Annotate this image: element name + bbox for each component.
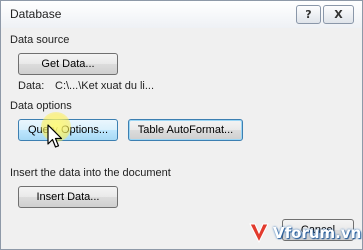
table-autoformat-label: Table AutoFormat... <box>137 124 234 136</box>
insert-data-label: Insert Data... <box>36 191 100 203</box>
close-button[interactable]: X <box>323 5 354 24</box>
data-source-heading: Data source <box>10 34 70 46</box>
data-path-value: C:\...\Ket xuat du li... <box>55 80 155 92</box>
data-options-heading: Data options <box>10 100 72 112</box>
data-label: Data: <box>18 80 45 92</box>
get-data-label: Get Data... <box>41 58 95 70</box>
vforum-logo-icon <box>249 223 269 244</box>
title-bar: Database ? X <box>1 1 362 28</box>
window-title: Database <box>10 7 62 21</box>
watermark-text: Vforum.vn <box>273 224 362 242</box>
help-icon: ? <box>305 8 312 21</box>
watermark: Vforum.vn <box>248 216 363 250</box>
insert-data-button[interactable]: Insert Data... <box>18 186 118 208</box>
mouse-pointer-icon <box>47 124 63 148</box>
get-data-button[interactable]: Get Data... <box>18 53 118 75</box>
close-icon: X <box>334 8 343 21</box>
help-button[interactable]: ? <box>296 5 321 24</box>
insert-heading: Insert the data into the document <box>10 167 171 179</box>
table-autoformat-button[interactable]: Table AutoFormat... <box>128 119 243 141</box>
